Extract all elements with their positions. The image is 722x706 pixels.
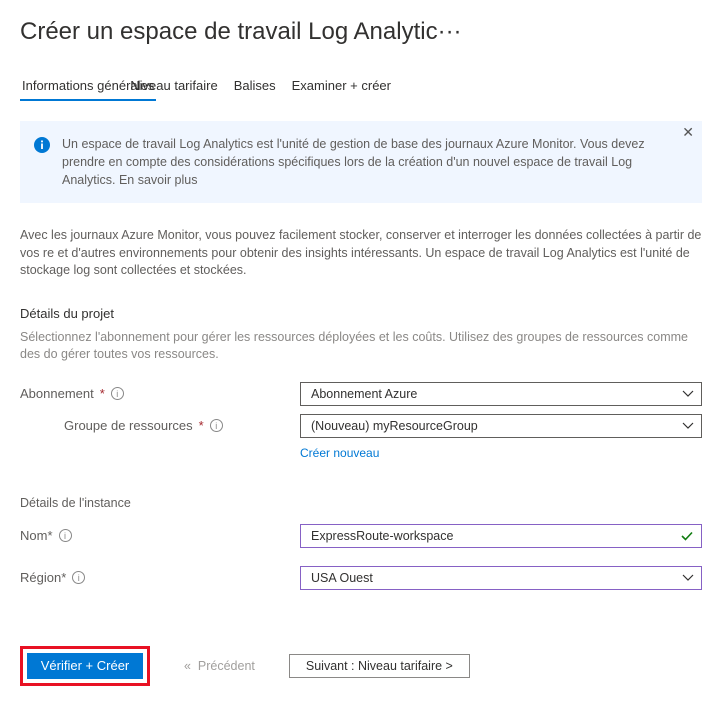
subscription-label-text: Abonnement [20,386,94,401]
chevron-left-icon: « [184,659,191,673]
chevron-down-icon [682,420,694,432]
subscription-select[interactable]: Abonnement Azure [300,382,702,406]
project-details-heading: Détails du projet [20,306,702,321]
help-icon[interactable]: i [111,387,124,400]
name-label: Nom* i [20,528,300,543]
help-icon[interactable]: i [72,571,85,584]
chevron-down-icon [682,572,694,584]
next-button[interactable]: Suivant : Niveau tarifaire > [289,654,470,678]
intro-text: Avec les journaux Azure Monitor, vous po… [20,227,702,280]
previous-button[interactable]: « Précédent [178,658,261,674]
tab-review-create: créer [361,78,391,93]
region-label: Région* i [20,570,300,585]
name-value: ExpressRoute-workspace [311,529,453,543]
info-icon [34,137,50,153]
tab-review-prefix: Examiner + [292,78,358,93]
help-icon[interactable]: i [210,419,223,432]
footer-bar: Vérifier + Créer « Précédent Suivant : N… [20,646,702,686]
name-label-text: Nom* [20,528,53,543]
create-new-link[interactable]: Créer nouveau [300,446,702,460]
region-label-text: Région* [20,570,66,585]
close-icon[interactable]: ✕ [682,125,694,139]
region-select[interactable]: USA Ouest [300,566,702,590]
resource-group-label-text: Groupe de ressources [64,418,193,433]
tab-review[interactable]: Examiner + créer [290,74,393,101]
help-icon[interactable]: i [59,529,72,542]
required-asterisk: * [199,418,204,433]
info-callout: Un espace de travail Log Analytics est l… [20,121,702,203]
tab-pricing[interactable]: Niveau tarifaire [128,74,219,101]
instance-details-heading: Détails de l'instance [20,496,702,510]
project-details-desc: Sélectionnez l'abonnement pour gérer les… [20,329,702,364]
chevron-down-icon [682,388,694,400]
required-asterisk: * [100,386,105,401]
page-title: Créer un espace de travail Log Analytic·… [20,18,702,46]
subscription-label: Abonnement * i [20,386,300,401]
resource-group-select[interactable]: (Nouveau) myResourceGroup [300,414,702,438]
check-icon [680,529,694,543]
resource-group-label: Groupe de ressources * i [64,418,300,433]
region-value: USA Ouest [311,571,373,585]
resource-group-value: (Nouveau) myResourceGroup [311,419,478,433]
verify-create-button[interactable]: Vérifier + Créer [27,653,143,679]
verify-create-highlight: Vérifier + Créer [20,646,150,686]
previous-label: Précédent [198,659,255,673]
name-input[interactable]: ExpressRoute-workspace [300,524,702,548]
tab-tags[interactable]: Balises [232,74,278,101]
info-text: Un espace de travail Log Analytics est l… [62,135,684,189]
tabs-bar: Informations générales Niveau tarifaire … [20,74,702,101]
subscription-value: Abonnement Azure [311,387,417,401]
